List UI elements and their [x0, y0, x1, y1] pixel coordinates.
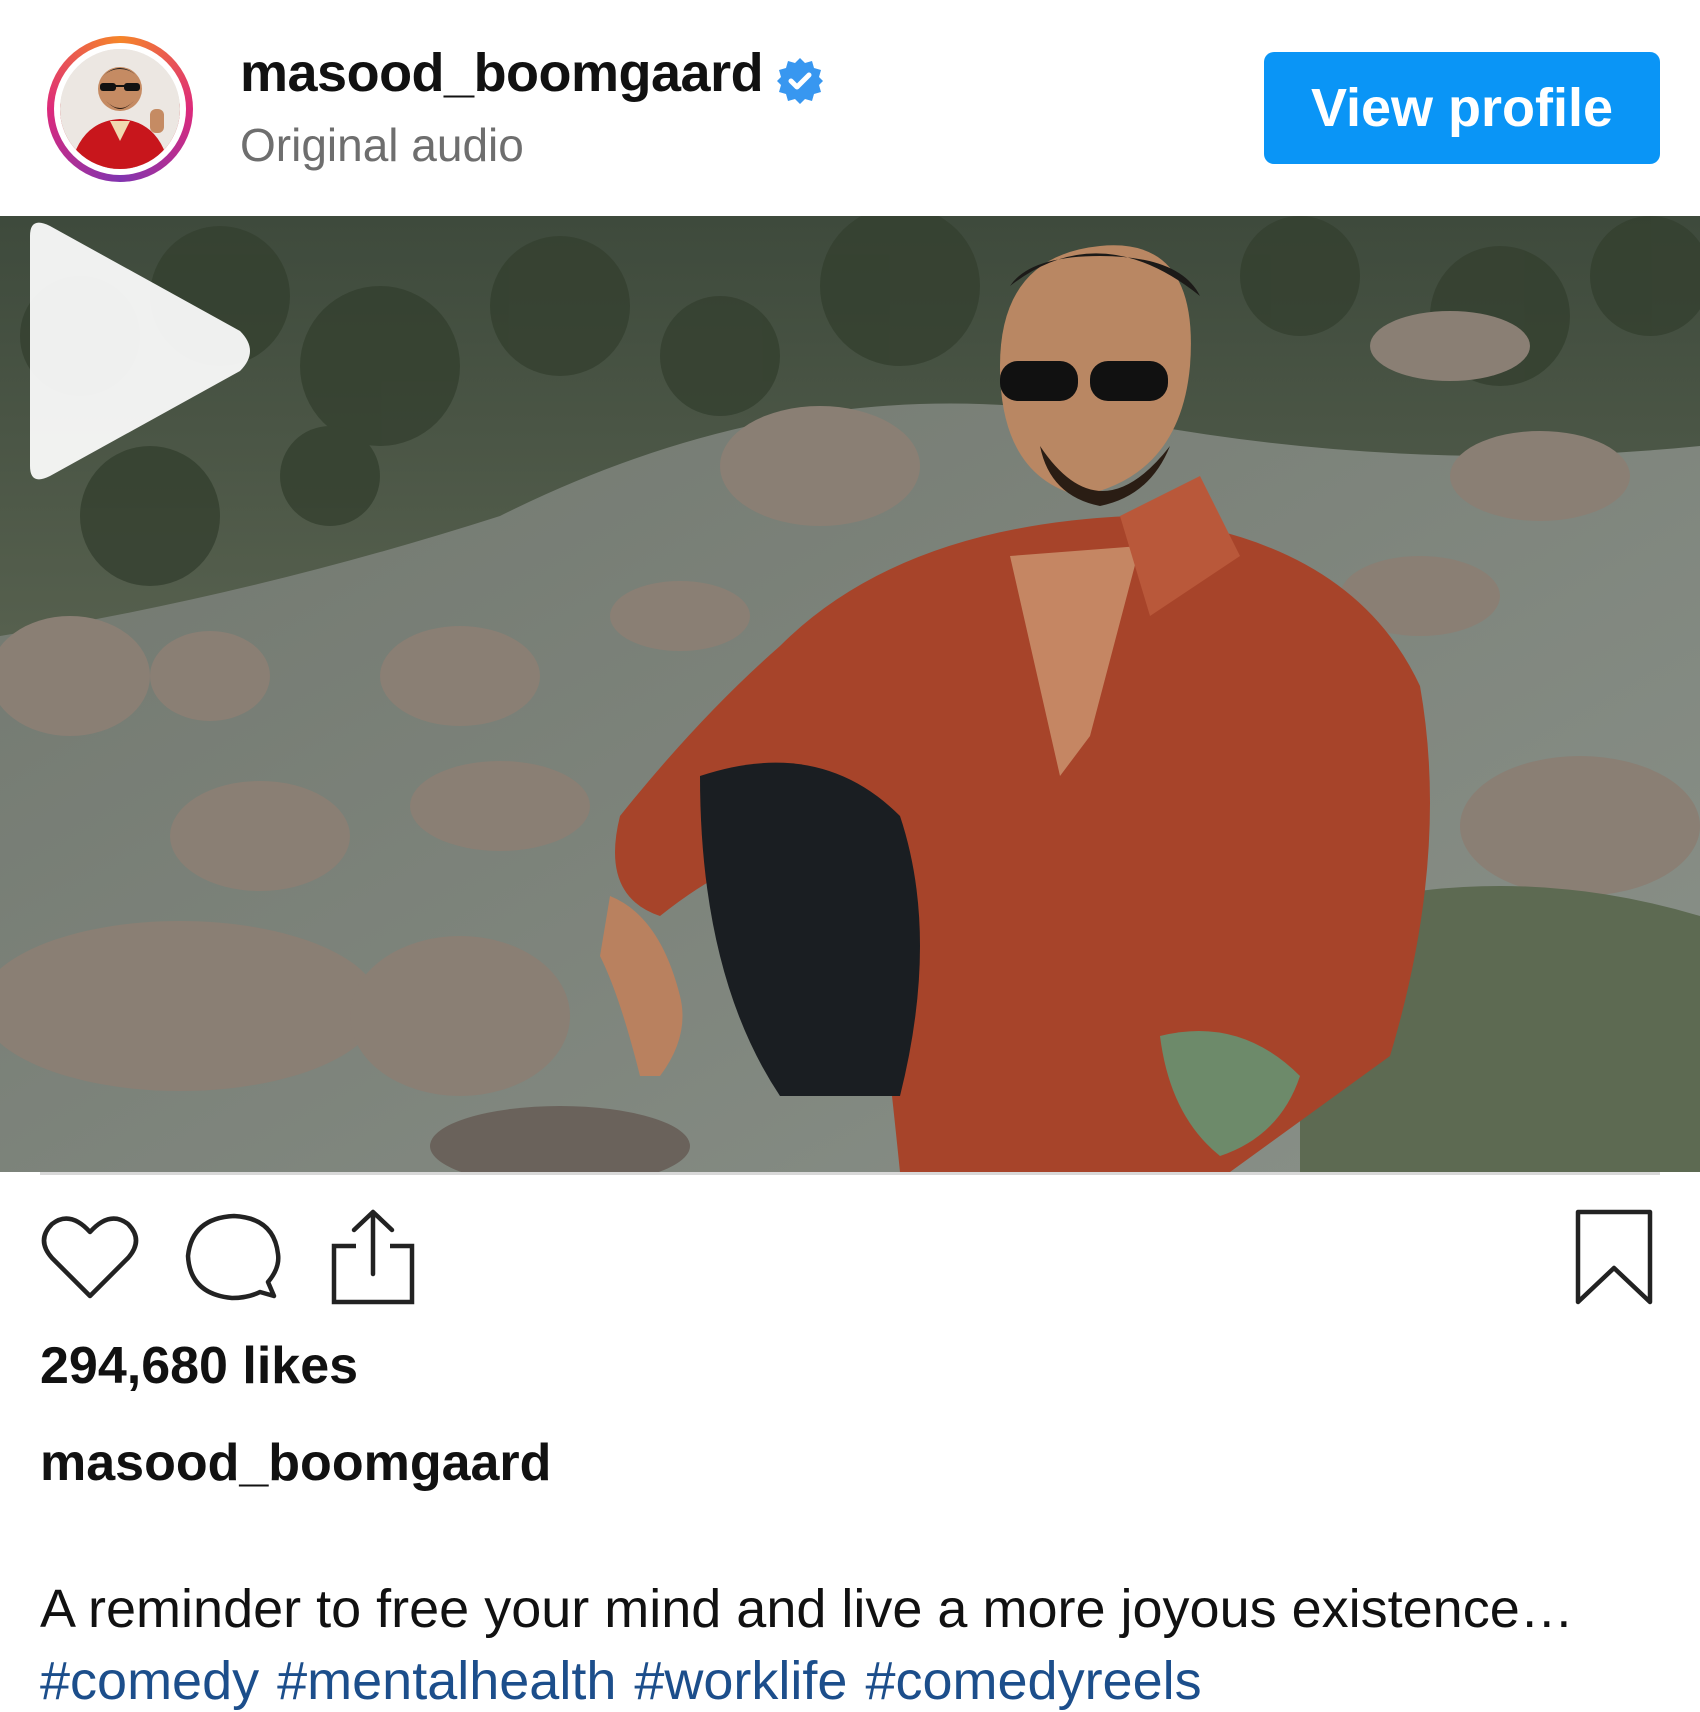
verified-badge-icon [777, 58, 823, 104]
avatar-image [60, 49, 180, 169]
video-thumbnail[interactable] [0, 216, 1700, 1172]
bookmark-icon[interactable] [1574, 1208, 1654, 1306]
hashtag-link[interactable]: #comedy [40, 1651, 259, 1711]
play-icon[interactable] [0, 216, 260, 486]
likes-count[interactable]: 294,680 likes [40, 1336, 358, 1396]
caption-text: A reminder to free your mind and live a … [40, 1579, 1574, 1639]
share-icon[interactable] [328, 1206, 418, 1306]
post-header: masood_boomgaard Original audio View pro… [0, 0, 1700, 216]
hashtag-link[interactable]: #worklife [634, 1651, 847, 1711]
caption-username[interactable]: masood_boomgaard [40, 1433, 551, 1493]
hashtag-link[interactable]: #mentalhealth [277, 1651, 616, 1711]
heart-icon[interactable] [40, 1212, 140, 1302]
view-profile-button[interactable]: View profile [1264, 52, 1660, 164]
audio-label[interactable]: Original audio [240, 118, 524, 172]
username[interactable]: masood_boomgaard [240, 42, 764, 104]
avatar[interactable] [47, 36, 193, 182]
comment-icon[interactable] [184, 1212, 284, 1304]
hashtag-link[interactable]: #comedyreels [865, 1651, 1201, 1711]
hashtag-list: #comedy #mentalhealth #worklife #comedyreel… [40, 1650, 1220, 1712]
divider [40, 1172, 1660, 1175]
